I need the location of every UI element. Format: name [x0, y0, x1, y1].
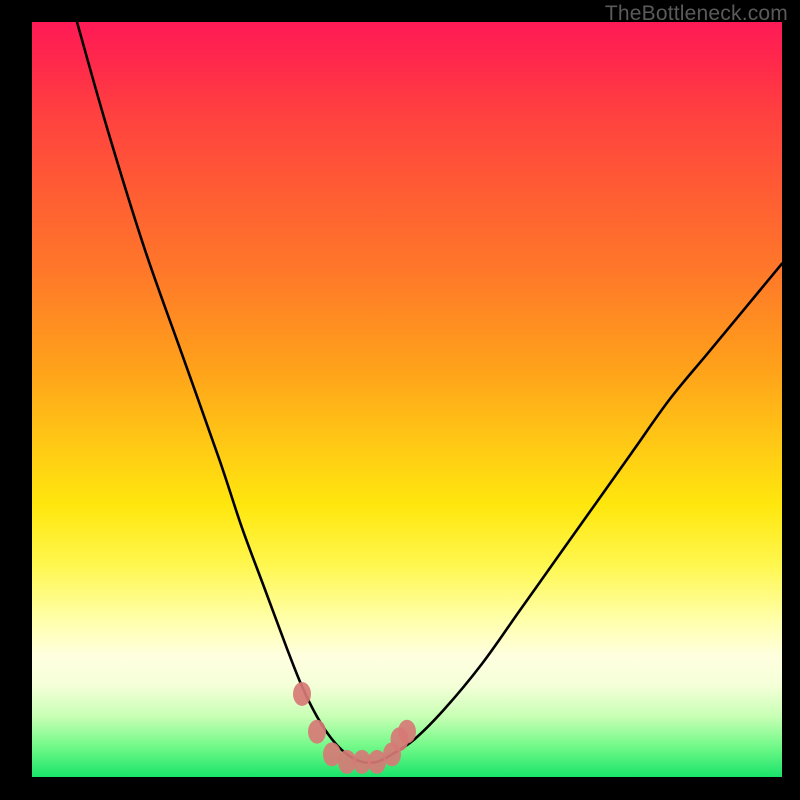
marker-point	[308, 720, 326, 744]
marker-point	[293, 682, 311, 706]
curve-layer	[32, 22, 782, 777]
marker-cluster	[293, 682, 416, 774]
bottleneck-curve	[77, 22, 782, 763]
plot-area	[32, 22, 782, 777]
curve-path	[77, 22, 782, 763]
chart-frame: TheBottleneck.com	[0, 0, 800, 800]
marker-point	[398, 720, 416, 744]
watermark-text: TheBottleneck.com	[605, 2, 788, 26]
